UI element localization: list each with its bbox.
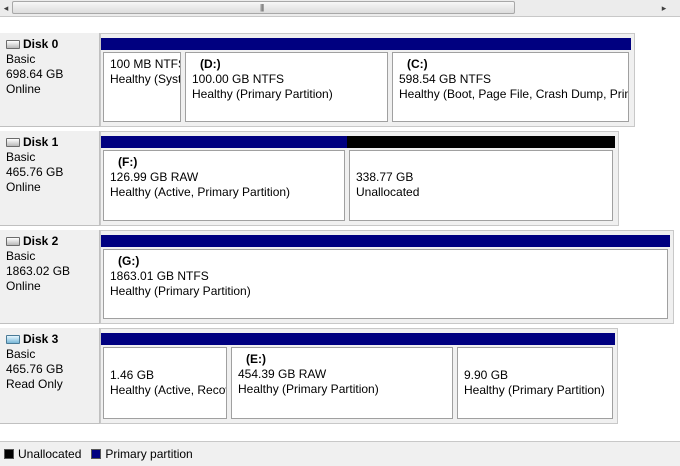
disk-size: 698.64 GB [6,67,64,81]
disk-name: Disk 1 [23,135,59,149]
partition-type-bar [101,333,229,345]
partition-type-bar [347,136,615,148]
partition-size: 598.54 GB NTFS [399,72,492,86]
partition-letter: (F:) [118,155,138,169]
disk-type: Basic [6,347,36,361]
scroll-left-arrow-icon[interactable]: ◂ [0,0,12,16]
legend-bar: Unallocated Primary partition [0,441,680,466]
partition-status: Healthy (Active, Primary Partition) [110,185,291,199]
disk-size: 1863.02 GB [6,264,71,278]
partition-disk1-f[interactable]: (F:) 126.99 GB RAW Healthy (Active, Prim… [101,136,347,221]
partition-letter: (D:) [200,57,221,71]
disk-name: Disk 2 [23,234,59,248]
disk-2-info[interactable]: Disk 2 Basic 1863.02 GB Online [0,230,100,324]
partition-status: Healthy (Boot, Page File, Crash Dump, Pr… [399,87,628,101]
disk-size: 465.76 GB [6,362,64,376]
partition-type-bar [101,38,183,50]
scrollbar-grip-icon: ||| [260,3,264,12]
partition-size: 1863.01 GB NTFS [110,269,209,283]
disk-status: Read Only [6,377,63,391]
disk-icon [6,40,20,49]
removable-disk-icon [6,335,20,344]
partition-type-bar [229,333,455,345]
legend-unallocated: Unallocated [4,447,81,461]
disk-icon [6,237,20,246]
scroll-right-arrow-icon[interactable]: ▸ [658,0,670,16]
horizontal-scrollbar[interactable]: ◂ ||| ▸ [0,0,680,17]
partition-size: 100 MB NTFS [110,57,181,71]
disk-1-info[interactable]: Disk 1 Basic 465.76 GB Online [0,131,100,226]
disk-status: Online [6,180,41,194]
partition-letter: (C:) [407,57,428,71]
partition-type-bar [183,38,390,50]
partition-letter: (G:) [118,254,140,268]
disk-size: 465.76 GB [6,165,64,179]
partition-letter: (E:) [246,352,266,366]
disk-icon [6,138,20,147]
partition-status: Healthy (System Reserved) [110,72,181,86]
partition-disk3-e[interactable]: (E:) 454.39 GB RAW Healthy (Primary Part… [229,333,455,419]
legend-swatch [91,449,102,459]
partition-size: 9.90 GB [464,368,509,382]
disk-name: Disk 3 [23,332,59,346]
partition-status: Healthy (Primary Partition) [110,284,251,298]
partition-type-bar [390,38,631,50]
disk-3-partitions: 1.46 GB Healthy (Active, Recovery Partit… [100,328,618,424]
legend-primary-partition: Primary partition [91,447,193,461]
partition-status: Healthy (Primary Partition) [238,382,379,396]
partition-disk0-system[interactable]: 100 MB NTFS Healthy (System Reserved) [101,38,183,122]
partition-disk0-c[interactable]: (C:) 598.54 GB NTFS Healthy (Boot, Page … [390,38,631,122]
partition-disk3-third[interactable]: 9.90 GB Healthy (Primary Partition) [455,333,615,419]
disk-3-info[interactable]: Disk 3 Basic 465.76 GB Read Only [0,328,100,424]
partition-disk2-g[interactable]: (G:) 1863.01 GB NTFS Healthy (Primary Pa… [101,235,670,319]
disk-0-partitions: 100 MB NTFS Healthy (System Reserved) (D… [100,33,635,127]
partition-status: Healthy (Active, Recovery Partition) [110,383,226,397]
partition-status: Healthy (Primary Partition) [464,383,605,397]
partition-disk1-unallocated[interactable]: 338.77 GB Unallocated [347,136,615,221]
disk-row-0: Disk 0 Basic 698.64 GB Online 100 MB NTF… [0,33,680,127]
partition-size: 126.99 GB RAW [110,170,199,184]
partition-disk0-d[interactable]: (D:) 100.00 GB NTFS Healthy (Primary Par… [183,38,390,122]
disk-status: Online [6,279,41,293]
disk-2-partitions: (G:) 1863.01 GB NTFS Healthy (Primary Pa… [100,230,674,324]
legend-label: Primary partition [105,447,193,461]
disk-0-info[interactable]: Disk 0 Basic 698.64 GB Online [0,33,100,127]
disk-status: Online [6,82,41,96]
partition-status: Unallocated [356,185,420,199]
legend-swatch [4,449,14,459]
partition-size: 100.00 GB NTFS [192,72,285,86]
partition-type-bar [101,136,347,148]
disk-name: Disk 0 [23,37,59,51]
partition-disk3-recovery[interactable]: 1.46 GB Healthy (Active, Recovery Partit… [101,333,229,419]
partition-type-bar [455,333,615,345]
disk-row-2: Disk 2 Basic 1863.02 GB Online (G:) 1863… [0,230,680,324]
partition-size: 338.77 GB [356,170,414,184]
scrollbar-thumb[interactable]: ||| [12,1,515,14]
disk-row-3: Disk 3 Basic 465.76 GB Read Only 1.46 GB… [0,328,680,424]
disk-type: Basic [6,150,36,164]
disk-type: Basic [6,52,36,66]
partition-size: 454.39 GB RAW [238,367,327,381]
partition-type-bar [101,235,670,247]
disk-row-1: Disk 1 Basic 465.76 GB Online (F:) 126.9… [0,131,680,226]
disk-1-partitions: (F:) 126.99 GB RAW Healthy (Active, Prim… [100,131,619,226]
partition-size: 1.46 GB [110,368,155,382]
disk-type: Basic [6,249,36,263]
legend-label: Unallocated [18,447,82,461]
partition-status: Healthy (Primary Partition) [192,87,333,101]
